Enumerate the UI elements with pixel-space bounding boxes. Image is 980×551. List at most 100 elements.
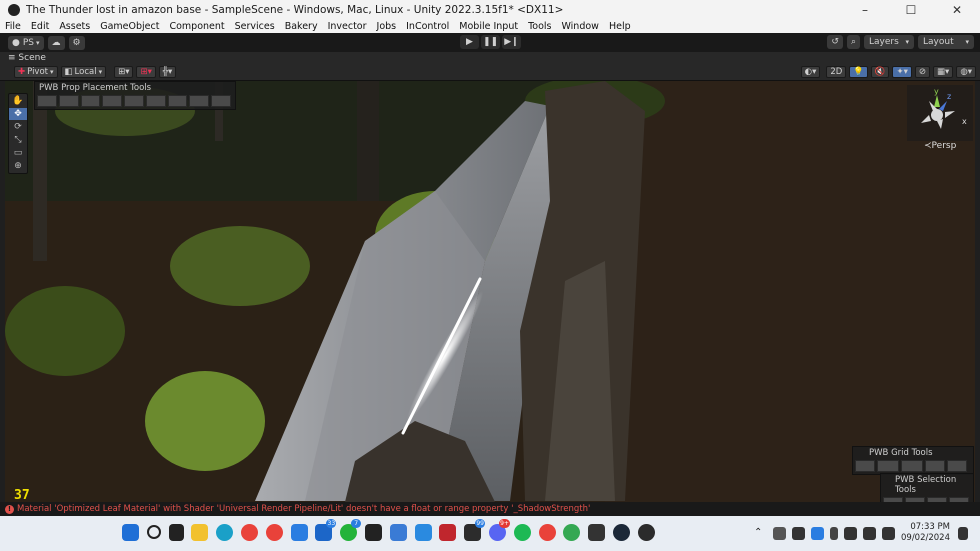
scene-toolbar-right: ◐▾ 2D 💡 🔇 ✦▾ ⊘ ▦▾ ◍▾ xyxy=(798,66,976,78)
pivot-toggle[interactable]: ✚ Pivot ▾ xyxy=(14,66,58,78)
onedrive-icon[interactable] xyxy=(414,524,432,541)
wifi-icon[interactable] xyxy=(844,526,857,540)
menu-edit[interactable]: Edit xyxy=(26,21,54,32)
close-button[interactable]: ✕ xyxy=(934,0,980,20)
menu-invector[interactable]: Invector xyxy=(323,21,372,32)
pwb-prop-tool-button[interactable] xyxy=(80,95,101,107)
chrome-icon[interactable] xyxy=(240,524,258,541)
chrome-profile-icon[interactable] xyxy=(265,524,283,541)
discord-icon[interactable]: 9+ xyxy=(488,519,510,541)
menu-bakery[interactable]: Bakery xyxy=(280,21,323,32)
menu-file[interactable]: File xyxy=(0,21,26,32)
maximize-button[interactable]: ☐ xyxy=(888,0,934,20)
task-view-icon[interactable] xyxy=(168,524,184,541)
hand-tool-icon[interactable]: ✋ xyxy=(9,95,27,107)
pwb-grid-tool-button[interactable] xyxy=(947,460,967,472)
move-tool-icon[interactable]: ✥ xyxy=(9,108,27,120)
edge-icon[interactable] xyxy=(216,524,234,541)
bluetooth-icon[interactable] xyxy=(811,526,824,540)
layout-dropdown[interactable]: Layout ▾ xyxy=(918,35,974,49)
scale-tool-icon[interactable]: ⤡ xyxy=(9,134,27,146)
menu-jobs[interactable]: Jobs xyxy=(372,21,402,32)
battery-icon[interactable] xyxy=(882,526,895,540)
toggle-2d-button[interactable]: 2D xyxy=(826,66,847,78)
grid-visibility-button[interactable]: ╬▾ xyxy=(158,66,177,78)
spotify-icon[interactable] xyxy=(513,524,531,541)
gizmo-y-label: y xyxy=(934,87,939,96)
pwb-prop-tool-button[interactable] xyxy=(189,95,210,107)
game-icon[interactable] xyxy=(439,524,457,541)
security-icon[interactable] xyxy=(290,524,308,541)
chrome-icon[interactable] xyxy=(563,524,581,541)
notification-bell-icon[interactable] xyxy=(958,526,968,540)
menu-assets[interactable]: Assets xyxy=(54,21,95,32)
unity-icon[interactable] xyxy=(588,524,606,541)
menu-window[interactable]: Window xyxy=(556,21,603,32)
tab-scene[interactable]: ≡ Scene xyxy=(0,53,46,63)
pwb-prop-tool-button[interactable] xyxy=(145,95,166,107)
lighting-toggle[interactable]: 💡 xyxy=(849,66,868,78)
whatsapp-icon[interactable]: 7 xyxy=(340,519,362,541)
menu-component[interactable]: Component xyxy=(164,21,229,32)
steam-icon[interactable] xyxy=(612,524,630,541)
console-status-bar[interactable]: ! Material 'Optimized Leaf Material' wit… xyxy=(0,502,980,516)
search-icon[interactable] xyxy=(146,525,161,539)
mail-icon[interactable]: 33 xyxy=(315,519,337,541)
grid-snap-button[interactable]: ⊞▾ xyxy=(114,66,134,78)
local-toggle[interactable]: ◧ Local ▾ xyxy=(60,66,107,78)
persp-label[interactable]: ≺Persp xyxy=(924,141,956,151)
pwb-grid-tool-button[interactable] xyxy=(855,460,875,472)
mic-icon[interactable] xyxy=(830,526,838,540)
pwb-grid-tool-button[interactable] xyxy=(925,460,945,472)
menu-tools[interactable]: Tools xyxy=(523,21,556,32)
clock-date: 09/02/2024 xyxy=(901,533,950,543)
effects-toggle[interactable]: ✦▾ xyxy=(892,66,912,78)
pwb-prop-tool-button[interactable] xyxy=(167,95,188,107)
snap-increment-button[interactable]: ⊞▾ xyxy=(136,66,156,78)
cloud-icon[interactable] xyxy=(773,526,786,540)
pause-button[interactable]: ❚❚ xyxy=(481,35,500,49)
chevron-down-icon: ▾ xyxy=(965,38,969,46)
pwb-prop-tool-button[interactable] xyxy=(102,95,123,107)
pwb-prop-tool-button[interactable] xyxy=(124,95,144,107)
menu-help[interactable]: Help xyxy=(604,21,636,32)
shield-icon[interactable] xyxy=(389,524,407,541)
collab-button[interactable]: ⚙ xyxy=(68,35,85,50)
file-explorer-icon[interactable] xyxy=(191,524,209,541)
menu-gameobject[interactable]: GameObject xyxy=(95,21,164,32)
obs-icon[interactable] xyxy=(637,524,655,541)
camera-settings-button[interactable]: ▦▾ xyxy=(933,66,954,78)
hidden-objects-toggle[interactable]: ⊘ xyxy=(914,66,930,78)
chevron-up-icon[interactable]: ⌃ xyxy=(754,527,767,540)
rotate-tool-icon[interactable]: ⟳ xyxy=(9,121,27,133)
minimize-button[interactable]: – xyxy=(842,0,888,20)
blender-icon[interactable]: 99 xyxy=(464,519,486,541)
layers-dropdown[interactable]: Layers ▾ xyxy=(864,35,914,49)
unity-hub-icon[interactable] xyxy=(364,524,382,541)
chrome-icon[interactable] xyxy=(538,524,556,541)
steam-tray-icon[interactable] xyxy=(792,526,805,540)
pwb-prop-tool-button[interactable] xyxy=(211,95,232,107)
account-button[interactable]: ● PS ▾ xyxy=(8,35,44,50)
draw-mode-button[interactable]: ◐▾ xyxy=(800,66,821,78)
cloud-button[interactable]: ☁ xyxy=(47,35,65,50)
pwb-prop-tool-button[interactable] xyxy=(37,95,57,107)
start-icon[interactable] xyxy=(122,524,139,541)
gizmos-button[interactable]: ◍▾ xyxy=(956,66,976,78)
pwb-grid-tool-button[interactable] xyxy=(877,460,899,472)
pwb-grid-tool-button[interactable] xyxy=(901,460,923,472)
menu-mobile-input[interactable]: Mobile Input xyxy=(454,21,523,32)
clock[interactable]: 07:33 PM 09/02/2024 xyxy=(901,522,950,544)
undo-history-button[interactable]: ↺ xyxy=(827,35,843,49)
rect-tool-icon[interactable]: ▭ xyxy=(9,147,27,159)
transform-tool-icon[interactable]: ⊕ xyxy=(9,160,27,172)
menu-incontrol[interactable]: InControl xyxy=(401,21,454,32)
play-button[interactable]: ▶ xyxy=(460,35,479,49)
menu-services[interactable]: Services xyxy=(230,21,280,32)
search-button[interactable]: ⌕ xyxy=(846,35,860,49)
scene-viewport[interactable] xyxy=(5,81,975,502)
volume-icon[interactable] xyxy=(863,526,876,540)
pwb-prop-tool-button[interactable] xyxy=(58,95,79,107)
audio-toggle[interactable]: 🔇 xyxy=(870,66,890,78)
step-button[interactable]: ▶❙ xyxy=(502,35,521,49)
